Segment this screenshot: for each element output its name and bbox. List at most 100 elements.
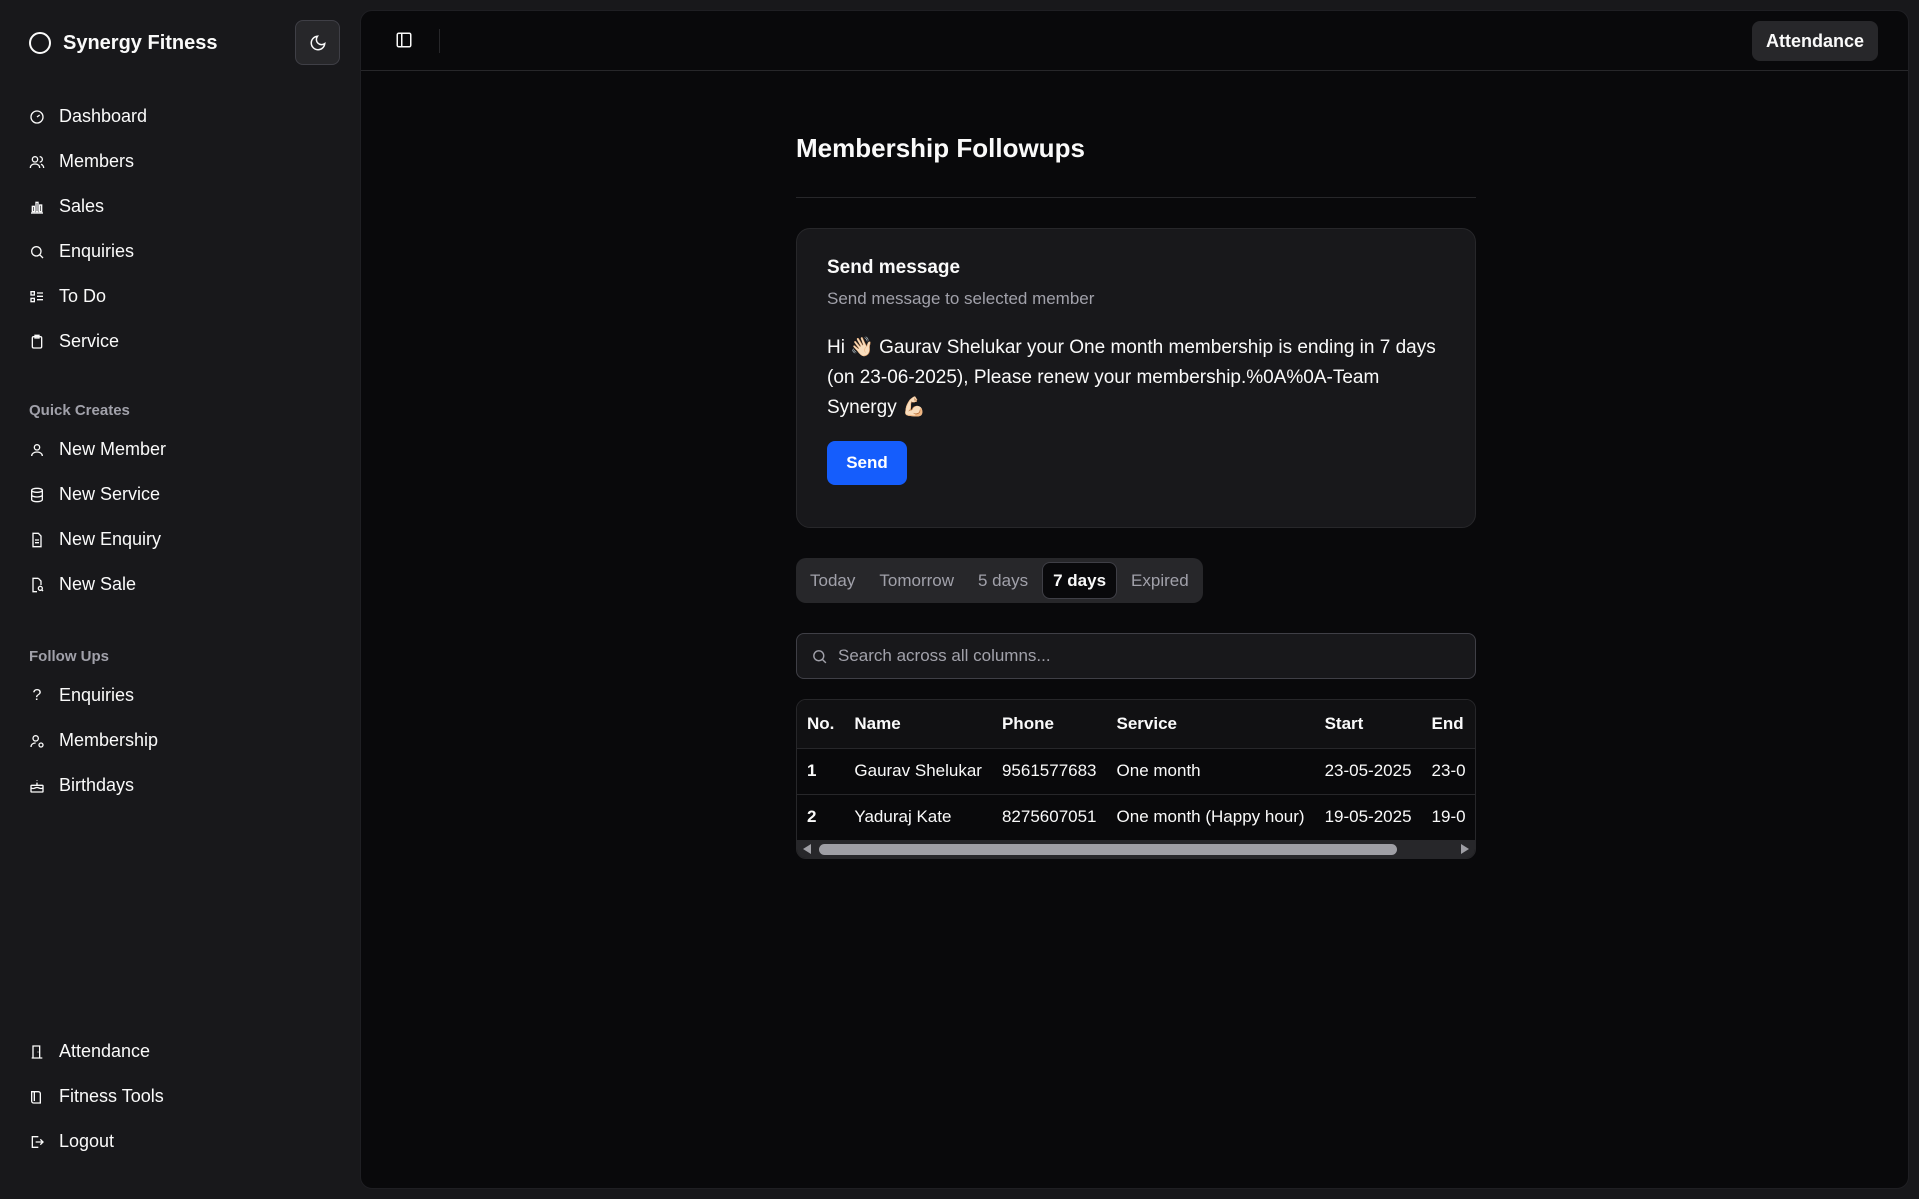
sidebar-item-label: Enquiries xyxy=(59,241,135,261)
search-icon xyxy=(813,649,827,663)
sidebar-item-fitness-tools[interactable]: Fitness Tools xyxy=(29,1074,329,1119)
sidebar-item-label: Enquiries xyxy=(59,685,135,705)
brand-name: Synergy Fitness xyxy=(63,31,218,54)
message-preview: Hi 👋🏻 Gaurav Shelukar your One month mem… xyxy=(827,337,1436,418)
sidebar: Synergy Fitness Dashboard Members Sales … xyxy=(0,0,360,1199)
column-header[interactable]: Phone xyxy=(991,700,1107,749)
sidebar-item-label: Attendance xyxy=(59,1041,151,1061)
sidebar-item-birthdays[interactable]: Birthdays xyxy=(29,763,329,808)
sidebar-item-label: Fitness Tools xyxy=(59,1086,164,1106)
bar-chart-icon xyxy=(29,199,45,215)
sidebar-item-enquiries[interactable]: Enquiries xyxy=(29,229,329,274)
sidebar-item-new-enquiry[interactable]: New Enquiry xyxy=(29,517,329,562)
sidebar-item-label: Logout xyxy=(59,1131,115,1151)
follow-ups-nav: Follow Ups ? Enquiries Membership Birthd… xyxy=(29,642,329,808)
page-title: Membership Followups xyxy=(796,133,1085,163)
main-panel: Attendance Membership Followups Send mes… xyxy=(360,10,1909,1189)
sidebar-item-label: Birthdays xyxy=(59,775,135,795)
sidebar-item-sales[interactable]: Sales xyxy=(29,184,329,229)
scroll-right-icon[interactable] xyxy=(1461,844,1469,854)
sidebar-item-followup-enquiries[interactable]: ? Enquiries xyxy=(29,673,329,718)
sidebar-item-logout[interactable]: Logout xyxy=(29,1119,329,1164)
column-header[interactable]: No. xyxy=(797,700,845,749)
sidebar-item-label: New Member xyxy=(59,439,167,459)
sidebar-item-label: New Enquiry xyxy=(59,529,162,549)
attendance-button[interactable]: Attendance xyxy=(1751,21,1878,61)
sidebar-item-label: Service xyxy=(59,331,120,351)
tab-expired[interactable]: Expired xyxy=(1121,562,1199,599)
sidebar-item-label: Dashboard xyxy=(59,106,148,126)
tab-tomorrow[interactable]: Tomorrow xyxy=(869,562,964,599)
table-row[interactable]: 1 Gaurav Shelukar 9561577683 One month 2… xyxy=(797,748,1475,795)
sidebar-item-service[interactable]: Service xyxy=(29,319,329,364)
sidebar-item-label: Sales xyxy=(59,196,105,216)
tab-today[interactable]: Today xyxy=(800,562,865,599)
column-header[interactable]: End xyxy=(1421,700,1475,749)
send-button[interactable]: Send xyxy=(827,441,907,485)
horizontal-scrollbar[interactable] xyxy=(797,840,1475,858)
topbar: Attendance xyxy=(361,11,1908,71)
logout-icon xyxy=(29,1134,45,1150)
column-header[interactable]: Name xyxy=(844,700,992,749)
search-icon xyxy=(29,244,45,260)
sidebar-item-new-member[interactable]: New Member xyxy=(29,427,329,472)
tab-7-days[interactable]: 7 days xyxy=(1042,562,1118,599)
search-input[interactable] xyxy=(838,646,1458,666)
quick-creates-heading: Quick Creates xyxy=(29,401,130,419)
sidebar-item-new-service[interactable]: New Service xyxy=(29,472,329,517)
table-cell: One month xyxy=(1106,748,1315,795)
sidebar-item-label: Membership xyxy=(59,730,159,750)
main-nav: Dashboard Members Sales Enquiries To Do … xyxy=(29,94,329,364)
table-cell: 2 xyxy=(797,794,845,841)
table-cell: 19-0 xyxy=(1421,794,1475,841)
table-cell: 9561577683 xyxy=(991,748,1107,795)
table-cell: 23-05-2025 xyxy=(1314,748,1422,795)
sidebar-item-members[interactable]: Members xyxy=(29,139,329,184)
sidebar-item-label: New Service xyxy=(59,484,161,504)
card-title: Send message xyxy=(827,257,961,278)
topbar-separator xyxy=(439,29,440,53)
tab-5-days[interactable]: 5 days xyxy=(968,562,1038,599)
table-cell: 19-05-2025 xyxy=(1314,794,1422,841)
sidebar-item-label: New Sale xyxy=(59,574,137,594)
users-icon xyxy=(29,154,45,170)
table-header-row: No. Name Phone Service Start End xyxy=(797,700,1475,749)
scroll-left-icon[interactable] xyxy=(803,844,811,854)
table-cell: 1 xyxy=(797,748,845,795)
question-icon: ? xyxy=(32,686,42,704)
search-box xyxy=(796,633,1476,679)
theme-toggle-button[interactable] xyxy=(295,20,340,65)
moon-icon xyxy=(310,34,326,50)
sidebar-toggle-button[interactable] xyxy=(393,29,415,51)
database-icon xyxy=(29,487,45,503)
brand[interactable]: Synergy Fitness xyxy=(29,28,218,58)
send-message-card: Send message Send message to selected me… xyxy=(796,228,1476,528)
sidebar-item-dashboard[interactable]: Dashboard xyxy=(29,94,329,139)
table-row[interactable]: 2 Yaduraj Kate 8275607051 One month (Hap… xyxy=(797,794,1475,841)
cake-icon xyxy=(29,778,45,794)
table-cell: Gaurav Shelukar xyxy=(844,748,992,795)
column-header[interactable]: Start xyxy=(1314,700,1422,749)
clipboard-icon xyxy=(29,334,45,350)
brand-logo-icon xyxy=(29,32,51,54)
sidebar-item-new-sale[interactable]: New Sale xyxy=(29,562,329,607)
file-search-icon xyxy=(29,577,45,593)
period-tabs: Today Tomorrow 5 days 7 days Expired xyxy=(796,558,1203,603)
sidebar-item-attendance[interactable]: Attendance xyxy=(29,1029,329,1074)
door-icon xyxy=(29,1044,45,1060)
user-clock-icon xyxy=(29,733,45,749)
table-cell: Yaduraj Kate xyxy=(844,794,992,841)
sidebar-item-todo[interactable]: To Do xyxy=(29,274,329,319)
book-icon xyxy=(29,1089,45,1105)
sidebar-item-label: To Do xyxy=(59,286,107,306)
column-header[interactable]: Service xyxy=(1106,700,1315,749)
title-divider xyxy=(796,197,1476,198)
quick-creates-nav: Quick Creates New Member New Service New… xyxy=(29,396,329,607)
gauge-icon xyxy=(29,109,45,125)
sidebar-item-membership[interactable]: Membership xyxy=(29,718,329,763)
sidebar-item-label: Members xyxy=(59,151,135,171)
scrollbar-thumb[interactable] xyxy=(819,844,1397,855)
table-cell: 23-0 xyxy=(1421,748,1475,795)
bottom-nav: Attendance Fitness Tools Logout xyxy=(29,1029,329,1164)
card-subtitle: Send message to selected member xyxy=(827,289,1095,308)
